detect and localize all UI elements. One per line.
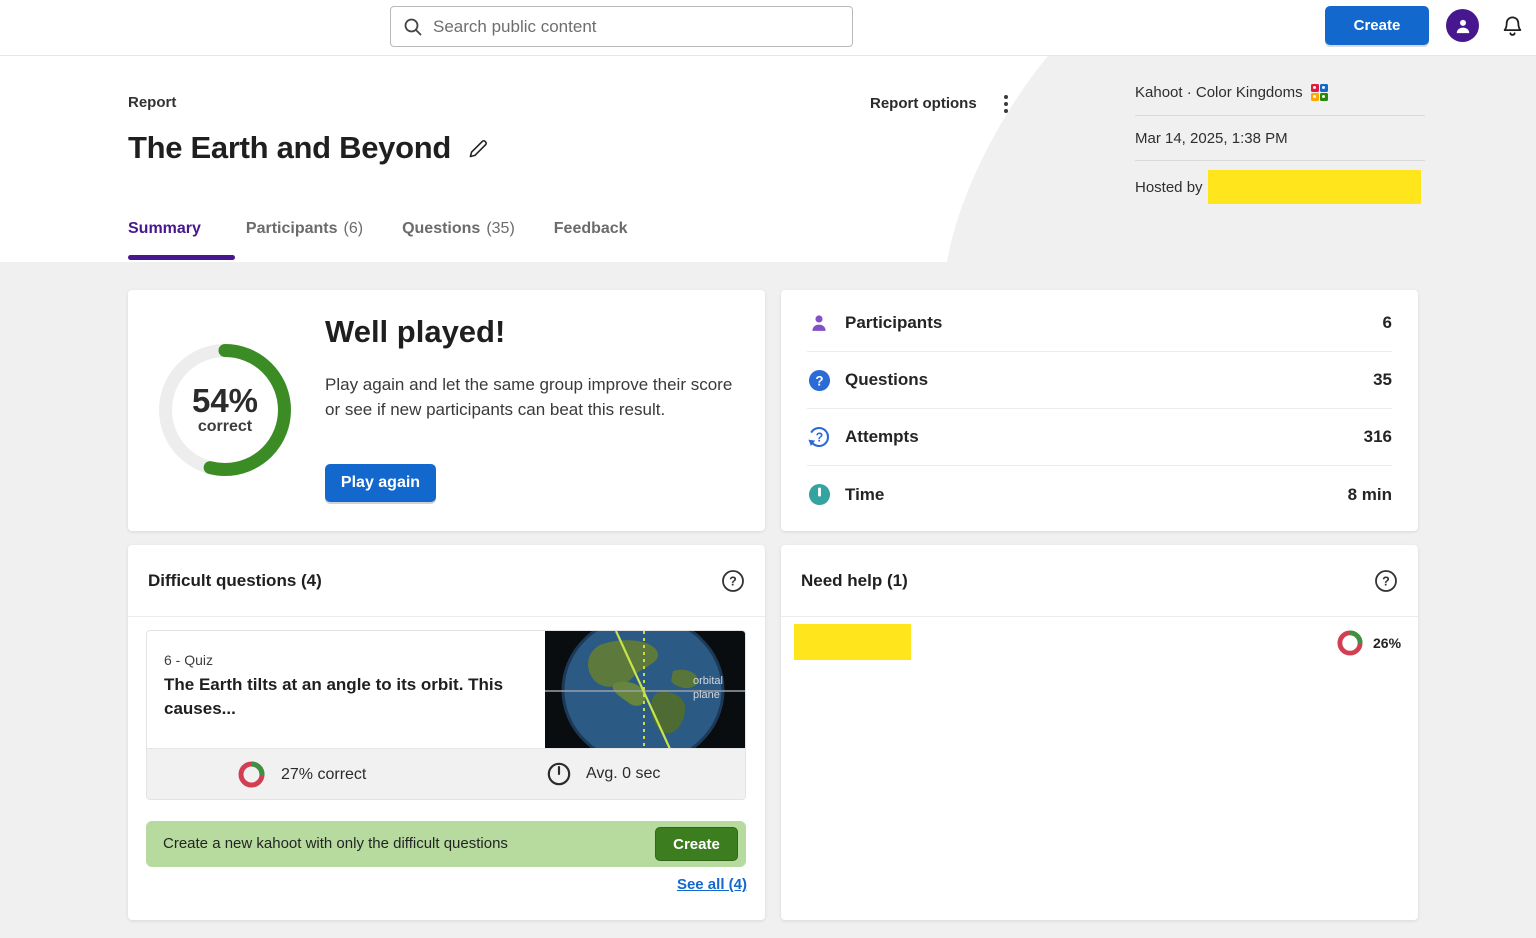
- report-label: Report: [128, 94, 176, 111]
- overall-correct-label: correct: [198, 418, 252, 436]
- participants-icon: [807, 312, 831, 334]
- attempts-icon: ?: [807, 425, 831, 449]
- search-input[interactable]: [433, 17, 840, 37]
- participant-name-redacted: [794, 624, 911, 660]
- difficult-questions-card: Difficult questions (4) ? 6 - Quiz The E…: [128, 545, 765, 920]
- question-avg-time-label: Avg. 0 sec: [586, 765, 660, 783]
- well-played-title: Well played!: [325, 314, 505, 350]
- report-options-button[interactable]: Report options: [870, 95, 977, 112]
- help-icon[interactable]: ?: [721, 569, 745, 598]
- need-help-title: Need help (1): [801, 571, 908, 591]
- stat-value-attempts: 316: [1364, 427, 1392, 447]
- overall-correct-percent: 54%: [192, 384, 258, 418]
- avg-time-clock-icon: [546, 761, 572, 787]
- difficult-question-item[interactable]: 6 - Quiz The Earth tilts at an angle to …: [146, 630, 746, 800]
- tab-feedback[interactable]: Feedback: [554, 220, 634, 238]
- stat-value-participants: 6: [1383, 313, 1392, 333]
- need-help-ratio-ring: [1337, 630, 1363, 661]
- page-title: The Earth and Beyond: [128, 130, 451, 166]
- see-all-link[interactable]: See all (4): [677, 876, 747, 893]
- need-help-card: Need help (1) ? 26%: [781, 545, 1418, 920]
- user-icon: [1453, 16, 1473, 36]
- report-header-section: Report The Earth and Beyond Report optio…: [0, 56, 1536, 262]
- correct-percentage-donut: 54% correct: [157, 342, 293, 478]
- kebab-menu-icon[interactable]: [999, 94, 1013, 114]
- help-icon[interactable]: ?: [1374, 569, 1398, 598]
- svg-text:?: ?: [729, 575, 737, 589]
- question-index-label: 6 - Quiz: [164, 652, 213, 668]
- stat-row-participants: Participants 6: [807, 295, 1392, 352]
- tab-summary[interactable]: Summary: [128, 220, 207, 238]
- stat-value-questions: 35: [1373, 370, 1392, 390]
- svg-text:?: ?: [1382, 575, 1390, 589]
- question-thumbnail-earth: orbital plane: [545, 631, 745, 749]
- stat-row-questions: ? Questions 35: [807, 352, 1392, 409]
- tab-participants[interactable]: Participants(6): [246, 220, 363, 238]
- create-button[interactable]: Create: [1325, 6, 1429, 45]
- stat-row-attempts: ? Attempts 316: [807, 409, 1392, 466]
- stat-value-time: 8 min: [1348, 485, 1392, 505]
- edit-title-pencil-icon[interactable]: [467, 136, 491, 160]
- correct-ratio-ring: [238, 761, 265, 788]
- well-played-body: Play again and let the same group improv…: [325, 372, 743, 422]
- report-info-panel: Kahoot · Color Kingdoms Mar 14, 2025, 1:…: [1135, 84, 1425, 204]
- svg-text:?: ?: [816, 431, 824, 445]
- search-icon: [403, 17, 423, 37]
- banner-text: Create a new kahoot with only the diffic…: [163, 835, 508, 852]
- svg-text:?: ?: [815, 373, 823, 388]
- question-correct-label: 27% correct: [281, 766, 366, 784]
- hosted-by-redacted-name: [1208, 170, 1421, 204]
- tab-questions[interactable]: Questions(35): [402, 220, 515, 238]
- well-played-card: 54% correct Well played! Play again and …: [128, 290, 765, 531]
- question-text: The Earth tilts at an angle to its orbit…: [164, 673, 536, 721]
- question-metrics-footer: 27% correct Avg. 0 sec: [147, 748, 745, 799]
- game-stats-card: Participants 6 ? Questions 35 ? Attempts…: [781, 290, 1418, 531]
- time-icon: [807, 483, 831, 506]
- notifications-bell-icon[interactable]: [1500, 14, 1525, 46]
- kahoot-shapes-icon: [1311, 84, 1328, 101]
- top-bar: Create: [0, 0, 1536, 56]
- hosted-by-label: Hosted by: [1135, 179, 1203, 196]
- create-difficult-kahoot-banner: Create a new kahoot with only the diffic…: [146, 821, 746, 867]
- svg-text:plane: plane: [693, 689, 720, 701]
- svg-text:orbital: orbital: [693, 675, 723, 687]
- active-tab-indicator: [128, 255, 235, 260]
- search-box[interactable]: [390, 6, 853, 47]
- need-help-percent: 26%: [1373, 635, 1401, 651]
- kahoot-meta: Kahoot · Color Kingdoms: [1135, 84, 1303, 101]
- stat-row-time: Time 8 min: [807, 466, 1392, 523]
- report-datetime: Mar 14, 2025, 1:38 PM: [1135, 115, 1425, 160]
- report-tabs: Summary Participants(6) Questions(35) Fe…: [128, 220, 634, 238]
- play-again-button[interactable]: Play again: [325, 464, 436, 502]
- banner-create-button[interactable]: Create: [655, 827, 738, 861]
- questions-icon: ?: [807, 369, 831, 392]
- avatar[interactable]: [1446, 9, 1479, 42]
- difficult-questions-title: Difficult questions (4): [148, 571, 322, 591]
